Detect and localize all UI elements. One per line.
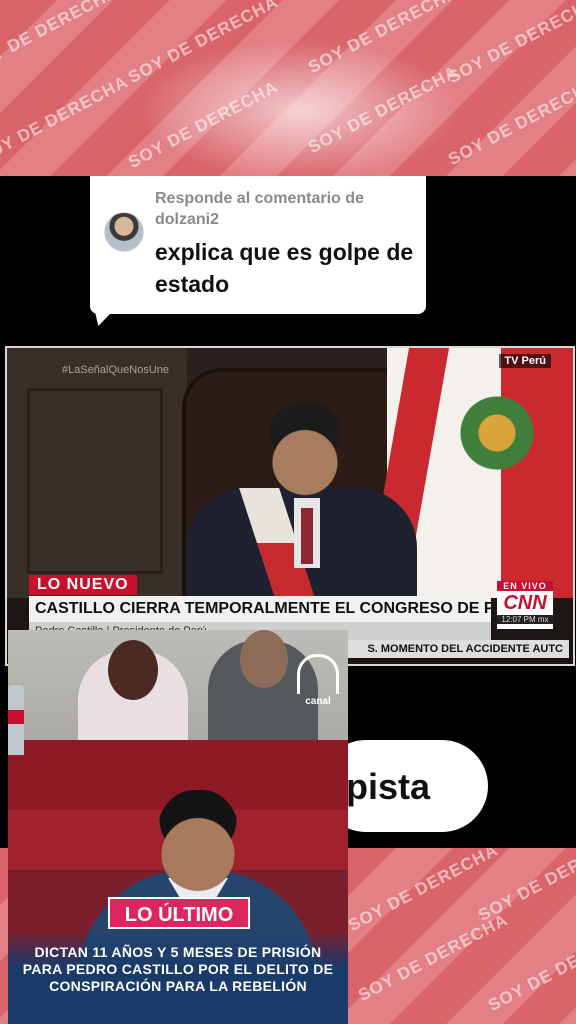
- watermark-text: SOY DE DERECHA: [445, 0, 576, 88]
- watermark-text: SOY DE DERECHA: [0, 72, 132, 168]
- main-person-head: [156, 790, 240, 894]
- news-card[interactable]: canal LO ÚLTIMO DICTAN 11 AÑOS Y 5 MESES…: [8, 630, 348, 1024]
- news-video-frame[interactable]: #LaSeñalQueNosUne TV Perú LO NUEVO CASTI…: [5, 346, 575, 666]
- live-label: EN VIVO: [497, 581, 553, 591]
- coat-of-arms-icon: [457, 388, 537, 478]
- reply-meta: Responde al comentario de dolzani2: [155, 188, 364, 230]
- watermark-text: SOY DE DERECHA: [0, 0, 122, 78]
- channel-tag: TV Perú: [499, 354, 551, 368]
- logo-label: canal: [305, 696, 331, 707]
- reply-username[interactable]: dolzani2: [155, 209, 364, 230]
- speaker-head: [265, 403, 345, 499]
- watermark-glow: [140, 40, 460, 176]
- wood-panel: [7, 348, 187, 598]
- video-hashtag: #LaSeñalQueNosUne: [62, 364, 170, 376]
- watermark-text: SOY DE DERECHA: [355, 910, 512, 1006]
- lo-nuevo-tag: LO NUEVO: [29, 575, 137, 595]
- avatar[interactable]: [104, 212, 144, 252]
- speaker-tie: [301, 508, 313, 564]
- video-time: 12:07 PM mx: [497, 615, 553, 624]
- reply-prefix: Responde al comentario de: [155, 190, 364, 207]
- watermark-text: SOY DE DERECHA: [445, 74, 576, 170]
- news-headline: DICTAN 11 AÑOS Y 5 MESES DE PRISIÓN PARA…: [22, 944, 334, 994]
- caption-pill-text: lpista: [336, 766, 431, 807]
- cnn-logo-icon: CNN: [503, 592, 547, 614]
- lo-ultimo-badge: LO ÚLTIMO: [108, 897, 250, 929]
- watermark-band-top: SOY DE DERECHA SOY DE DERECHA SOY DE DER…: [0, 0, 576, 176]
- water-bottle: [8, 685, 24, 755]
- n-canal-logo-icon: canal: [297, 654, 339, 708]
- video-headline: CASTILLO CIERRA TEMPORALMENTE EL CONGRES…: [29, 596, 491, 622]
- cnn-logo-box: EN VIVO CNN 12:07 PM mx: [497, 581, 553, 629]
- reply-comment-text: explica que es golpe de estado: [155, 239, 414, 297]
